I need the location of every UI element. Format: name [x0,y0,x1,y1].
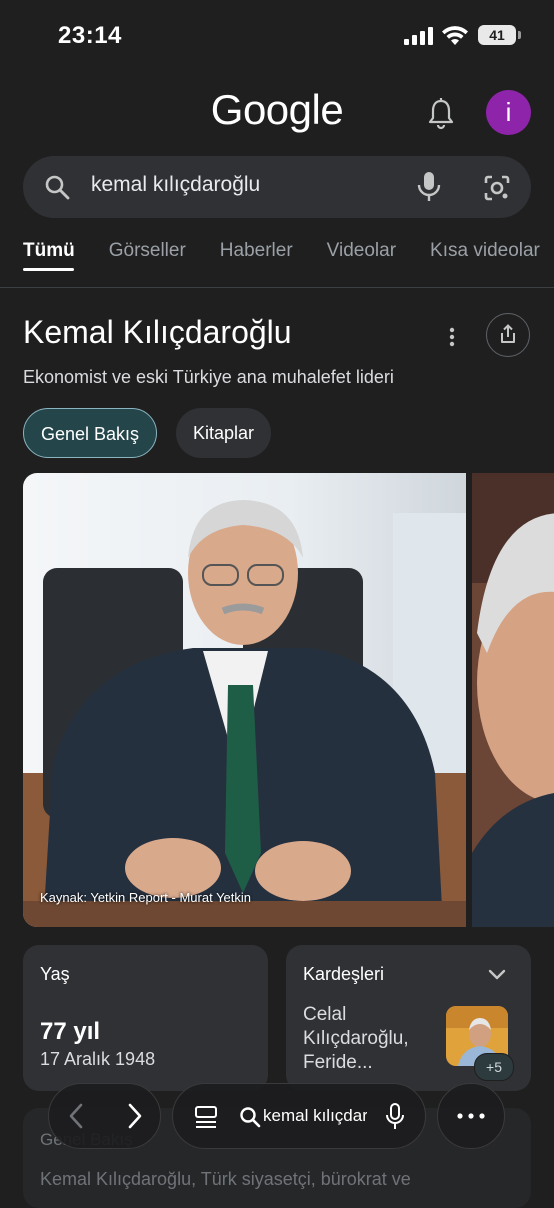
more-horizontal-icon [457,1113,485,1119]
tab-images[interactable]: Görseller [109,240,186,262]
entity-photo-secondary[interactable] [472,473,554,927]
tab-short-videos[interactable]: Kısa videolar [430,240,540,262]
age-value: 77 yıl [40,1018,101,1045]
entity-title: Kemal Kılıçdaroğlu [23,314,292,350]
search-icon [45,175,70,200]
tab-videos[interactable]: Videolar [327,240,396,262]
battery-indicator: 41 [478,25,521,45]
wifi-icon [442,26,468,45]
address-search-icon [240,1107,261,1128]
entity-subtitle: Ekonomist ve eski Türkiye ana muhalefet … [23,367,394,387]
search-tabs: Tümü Görseller Haberler Videolar Kısa vi… [23,240,554,262]
google-lens-icon[interactable] [482,173,512,203]
more-options-icon[interactable] [444,326,460,348]
siblings-label: Kardeşleri [303,964,385,984]
portrait-image-secondary [472,473,554,927]
more-siblings-badge[interactable]: +5 [474,1053,514,1081]
siblings-text: Celal Kılıçdaroğlu, Feride... [303,1004,409,1073]
birth-date: 17 Aralık 1948 [40,1049,156,1069]
notification-bell-icon[interactable] [426,96,456,130]
portrait-image [23,473,466,927]
chevron-down-icon[interactable] [486,964,508,986]
image-source-caption: Kaynak: Yetkin Report - Murat Yetkin [40,890,252,905]
tabs-divider [0,287,554,288]
microphone-icon[interactable] [416,170,442,204]
tabs-overview-icon[interactable] [193,1104,219,1130]
status-time: 23:14 [58,22,122,49]
address-mic-icon[interactable] [384,1102,406,1132]
tab-all[interactable]: Tümü [23,240,75,262]
forward-arrow-icon[interactable] [119,1101,149,1131]
share-icon [501,324,515,343]
search-input[interactable]: kemal kılıçdaroğlu [91,173,260,197]
cellular-signal-icon [404,27,433,45]
share-button[interactable] [486,313,530,357]
google-logo[interactable]: Google [0,86,554,134]
chip-books[interactable]: Kitaplar [176,408,272,458]
chip-overview[interactable]: Genel Bakış [23,408,158,458]
navigation-pill [48,1083,161,1149]
entity-photo[interactable] [23,473,466,927]
tab-news[interactable]: Haberler [220,240,293,262]
account-avatar[interactable]: i [486,90,531,135]
active-tab-indicator [23,268,74,271]
overview-text: Kemal Kılıçdaroğlu, Türk siyasetçi, büro… [40,1169,411,1189]
back-arrow-icon[interactable] [62,1101,92,1131]
browser-menu-button[interactable] [437,1083,505,1149]
age-label: Yaş [40,964,70,984]
address-text[interactable]: kemal kılıçdaroğlu [263,1106,367,1126]
